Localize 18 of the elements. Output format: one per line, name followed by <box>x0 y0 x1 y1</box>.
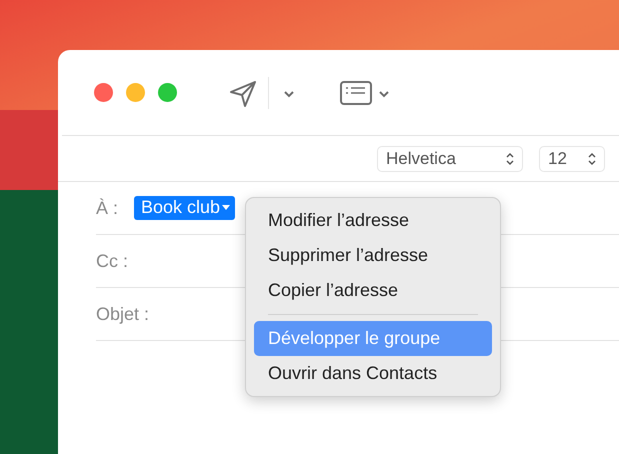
chevron-down-icon[interactable] <box>283 90 295 98</box>
header-fields-icon[interactable] <box>340 80 372 104</box>
stepper-icon <box>588 152 596 164</box>
font-size-popup[interactable]: 12 <box>539 146 605 172</box>
close-button[interactable] <box>94 83 113 102</box>
recipient-token[interactable]: Book club <box>134 196 236 220</box>
menu-item[interactable]: Supprimer l’adresse <box>254 238 492 273</box>
caret-icon <box>222 204 230 210</box>
paper-plane-icon[interactable] <box>228 78 258 106</box>
stepper-icon <box>506 152 514 164</box>
font-popup[interactable]: Helvetica <box>377 146 523 172</box>
field-label: Cc : <box>96 250 128 272</box>
menu-item[interactable]: Modifier l’adresse <box>254 203 492 238</box>
field-label: Objet : <box>96 304 150 324</box>
menu-item[interactable]: Copier l’adresse <box>254 273 492 308</box>
menu-item[interactable]: Ouvrir dans Contacts <box>254 356 492 391</box>
field-label: À : <box>96 198 118 218</box>
chevron-down-icon[interactable] <box>378 90 390 98</box>
